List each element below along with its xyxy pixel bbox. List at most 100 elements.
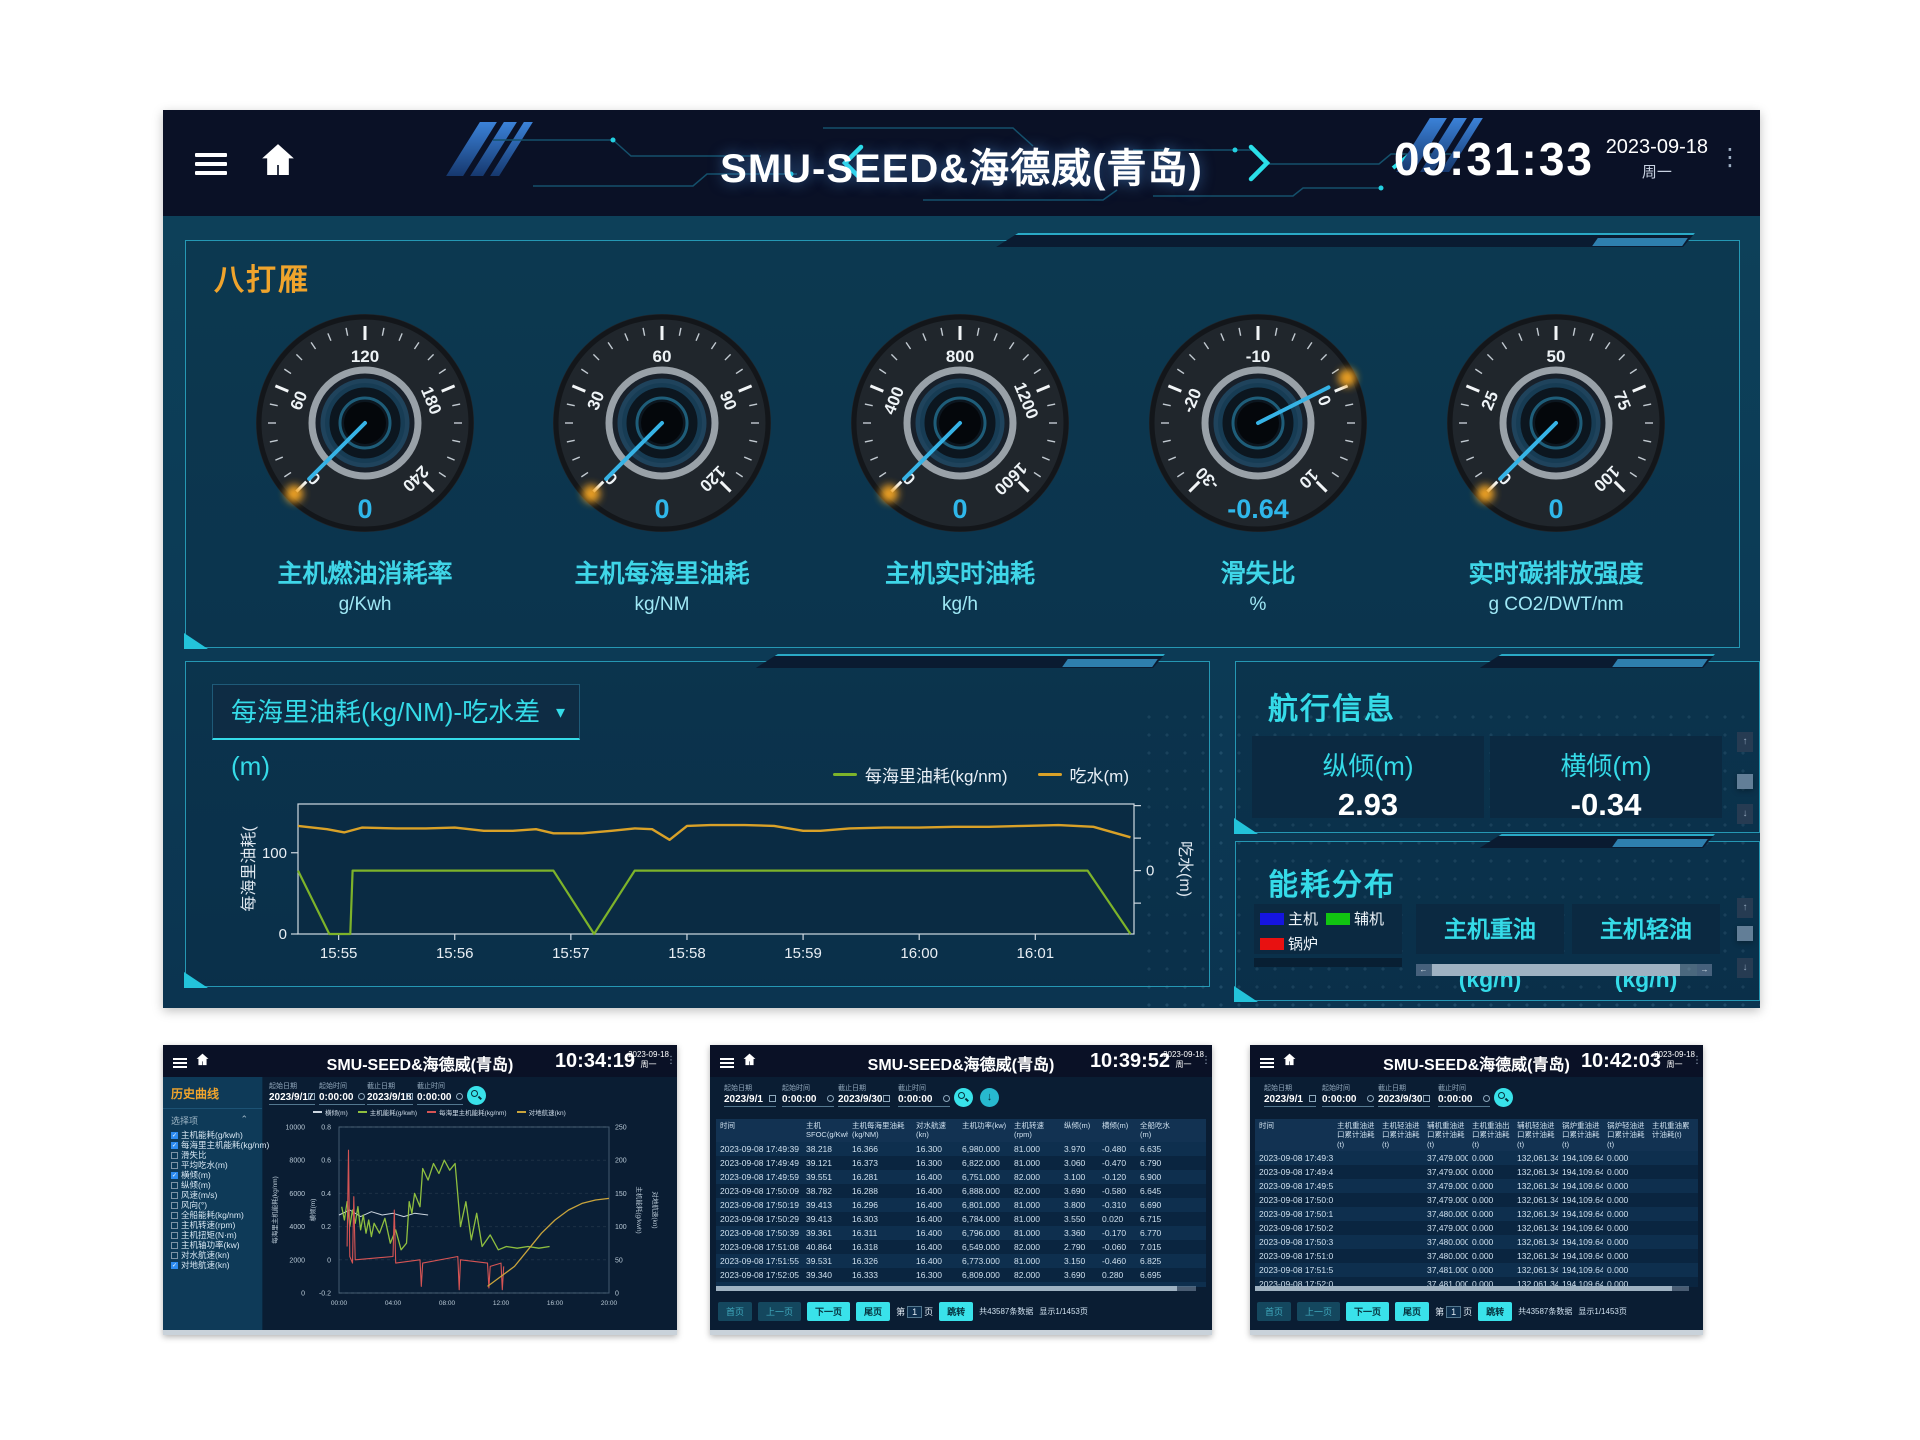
checkbox-icon[interactable] bbox=[171, 1222, 178, 1229]
legend-item[interactable]: 吃水(m) bbox=[1038, 762, 1129, 787]
column-header: 横倾(m) bbox=[1098, 1119, 1136, 1142]
series-group-header[interactable]: 选择项 ⌃ bbox=[163, 1109, 262, 1130]
date-text: 2023-09-18 bbox=[1654, 1050, 1695, 1059]
series-checkbox-item[interactable]: 平均吃水(m) bbox=[163, 1160, 262, 1170]
table-cell: 0.000 bbox=[1468, 1249, 1513, 1263]
table-cell: 16.311 bbox=[848, 1226, 912, 1240]
export-button[interactable]: ↓ bbox=[980, 1088, 999, 1107]
checkbox-icon[interactable]: ✓ bbox=[171, 1172, 178, 1179]
scrollbar-thumb[interactable] bbox=[1737, 926, 1753, 941]
next-page-button[interactable]: 下一页 bbox=[1346, 1302, 1389, 1321]
page-number-input[interactable]: 1 bbox=[1446, 1306, 1461, 1318]
checkbox-icon[interactable] bbox=[171, 1162, 178, 1169]
scroll-right-icon[interactable]: → bbox=[1697, 964, 1712, 976]
field-value[interactable]: 0:00:00 bbox=[782, 1093, 834, 1107]
field-value[interactable]: 2023/9/18 bbox=[367, 1091, 413, 1105]
scroll-up-icon[interactable]: ↑ bbox=[1737, 898, 1753, 918]
field-value[interactable]: 2023/9/30 bbox=[838, 1093, 890, 1107]
scroll-up-icon[interactable]: ↑ bbox=[1737, 732, 1753, 752]
svg-text:0: 0 bbox=[327, 1257, 331, 1264]
legend-item[interactable]: 每海里油耗(kg/nm) bbox=[833, 762, 1008, 787]
table-horizontal-scrollbar[interactable] bbox=[1255, 1286, 1689, 1291]
table-cell: 132,061.340 bbox=[1513, 1263, 1558, 1277]
jump-button[interactable]: 跳转 bbox=[939, 1302, 973, 1321]
scroll-down-icon[interactable]: ↓ bbox=[1737, 958, 1753, 978]
field-value[interactable]: 0:00:00 bbox=[1322, 1093, 1374, 1107]
prev-page-button[interactable]: 上一页 bbox=[1297, 1302, 1340, 1321]
last-page-button[interactable]: 尾页 bbox=[1395, 1302, 1429, 1321]
checkbox-icon[interactable]: ✓ bbox=[171, 1262, 178, 1269]
field-value[interactable]: 0:00:00 bbox=[898, 1093, 950, 1107]
kebab-menu-icon[interactable]: ⋮ bbox=[666, 1055, 676, 1066]
prev-page-button[interactable]: 上一页 bbox=[758, 1302, 801, 1321]
energy-legend-item[interactable]: 辅机 bbox=[1326, 908, 1392, 929]
legend-item[interactable]: 横倾(m) bbox=[313, 1107, 348, 1117]
first-page-button[interactable]: 首页 bbox=[1257, 1302, 1291, 1321]
calendar-icon[interactable] bbox=[769, 1095, 776, 1102]
metric-dropdown[interactable]: 每海里油耗(kg/NM)-吃水差(m) ▾ bbox=[212, 684, 580, 740]
checkbox-icon[interactable] bbox=[171, 1182, 178, 1189]
checkbox-icon[interactable] bbox=[171, 1252, 178, 1259]
checkbox-icon[interactable] bbox=[171, 1242, 178, 1249]
checkbox-icon[interactable] bbox=[171, 1232, 178, 1239]
search-button[interactable] bbox=[1494, 1088, 1513, 1107]
calendar-icon[interactable] bbox=[883, 1095, 890, 1102]
field-value[interactable]: 2023/9/1 bbox=[724, 1093, 776, 1107]
checkbox-icon[interactable] bbox=[171, 1202, 178, 1209]
energy-legend-item[interactable]: 主机 bbox=[1260, 908, 1326, 929]
checkbox-icon[interactable] bbox=[171, 1192, 178, 1199]
last-page-button[interactable]: 尾页 bbox=[856, 1302, 890, 1321]
field-value[interactable]: 2023/9/30 bbox=[1378, 1093, 1430, 1107]
clock-icon[interactable] bbox=[943, 1095, 950, 1102]
clock-icon[interactable] bbox=[1367, 1095, 1374, 1102]
field-value[interactable]: 0:00:00 bbox=[1438, 1093, 1490, 1107]
checkbox-icon[interactable]: ✓ bbox=[171, 1132, 178, 1139]
kebab-menu-icon[interactable]: ⋮ bbox=[1692, 1055, 1702, 1066]
nav-info-title: 航行信息 bbox=[1268, 684, 1396, 728]
trend-chart-panel: 每海里油耗(kg/NM)-吃水差(m) ▾ 每海里油耗(kg/nm) 吃水(m)… bbox=[185, 661, 1210, 987]
gauge-unit: kg/NM bbox=[546, 594, 778, 616]
scrollbar-thumb[interactable] bbox=[1737, 774, 1753, 789]
legend-item[interactable]: 每海里主机能耗(kg/nm) bbox=[427, 1107, 507, 1117]
checkbox-icon[interactable] bbox=[171, 1212, 178, 1219]
energy-legend-item[interactable]: 锅炉 bbox=[1260, 933, 1326, 954]
calendar-icon[interactable] bbox=[308, 1093, 315, 1100]
field-value[interactable]: 2023/9/1 bbox=[1264, 1093, 1316, 1107]
kebab-menu-icon[interactable]: ⋮ bbox=[1201, 1055, 1211, 1066]
field-value[interactable]: 2023/9/17 bbox=[269, 1091, 315, 1105]
clock-icon[interactable] bbox=[1483, 1095, 1490, 1102]
search-button[interactable] bbox=[954, 1088, 973, 1107]
svg-text:0: 0 bbox=[615, 1291, 619, 1298]
next-page-button[interactable]: 下一页 bbox=[807, 1302, 850, 1321]
clock-icon[interactable] bbox=[827, 1095, 834, 1102]
first-page-button[interactable]: 首页 bbox=[718, 1302, 752, 1321]
svg-text:16:01: 16:01 bbox=[1017, 945, 1055, 962]
scroll-down-icon[interactable]: ↓ bbox=[1737, 804, 1753, 824]
clock-icon[interactable] bbox=[358, 1093, 365, 1100]
scroll-left-icon[interactable]: ← bbox=[1416, 964, 1431, 976]
calendar-icon[interactable] bbox=[406, 1093, 413, 1100]
search-button[interactable] bbox=[467, 1086, 486, 1105]
checkbox-icon[interactable]: ✓ bbox=[171, 1142, 178, 1149]
series-checkbox-item[interactable]: ✓ 每海里主机能耗(kg/nm) bbox=[163, 1140, 262, 1150]
page-number-input[interactable]: 1 bbox=[907, 1306, 922, 1318]
field-label: 截止日期 bbox=[1378, 1083, 1430, 1093]
calendar-icon[interactable] bbox=[1309, 1095, 1316, 1102]
table-cell: 6.770 bbox=[1136, 1226, 1180, 1240]
legend-item[interactable]: 对地航速(kn) bbox=[517, 1107, 566, 1117]
calendar-icon[interactable] bbox=[1423, 1095, 1430, 1102]
field-value[interactable]: 0:00:00 bbox=[417, 1091, 463, 1105]
checkbox-icon[interactable] bbox=[171, 1152, 178, 1159]
field-value[interactable]: 0:00:00 bbox=[319, 1091, 365, 1105]
heel-label: 横倾(m) bbox=[1490, 746, 1722, 783]
scrollbar-thumb[interactable] bbox=[1432, 964, 1680, 976]
series-checkbox-item[interactable]: 风速(m/s) bbox=[163, 1190, 262, 1200]
table-horizontal-scrollbar[interactable] bbox=[716, 1286, 1196, 1291]
table-header-row: 时间主机SFOC(g/Kwh)主机每海里油耗(kg/NM)对水航速(kn)主机功… bbox=[716, 1119, 1206, 1142]
clock-icon[interactable] bbox=[456, 1093, 463, 1100]
kebab-menu-icon[interactable]: ⋮ bbox=[1718, 146, 1742, 170]
series-checkbox-item[interactable]: ✓ 横倾(m) bbox=[163, 1170, 262, 1180]
series-checkbox-item[interactable]: ✓ 对地航速(kn) bbox=[163, 1260, 262, 1270]
legend-item[interactable]: 主机能耗(g/kwh) bbox=[358, 1107, 417, 1117]
jump-button[interactable]: 跳转 bbox=[1478, 1302, 1512, 1321]
